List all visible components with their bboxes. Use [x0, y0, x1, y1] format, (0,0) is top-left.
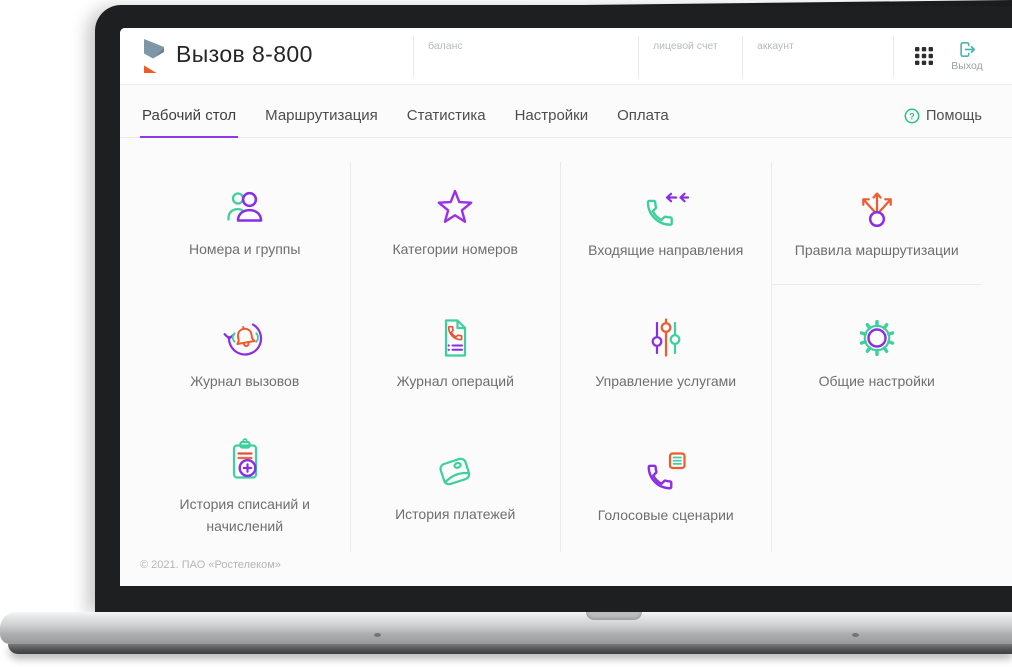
rostelecom-logo-icon [144, 39, 164, 73]
help-question-icon: ? [904, 108, 920, 124]
app-window: Вызов 8-800 баланс лицевой счет аккаунт … [120, 28, 1012, 586]
tile-incoming-directions[interactable]: Входящие направления [561, 162, 772, 285]
logout-button[interactable]: Выход [944, 40, 990, 72]
tab-desktop[interactable]: Рабочий стол [140, 100, 239, 138]
main-navigation: Рабочий стол Маршрутизация Статистика На… [120, 100, 1012, 138]
tile-label: Правила маршрутизации [794, 241, 959, 258]
svg-text:?: ? [909, 111, 915, 121]
wallet-icon [439, 457, 471, 485]
voice-script-icon [647, 452, 686, 490]
empty-grid-cell [772, 422, 983, 552]
account-number-field-label: лицевой счет [653, 40, 718, 52]
tile-call-log[interactable]: Журнал вызовов [140, 285, 351, 422]
help-link[interactable]: ? Помощь [904, 108, 982, 124]
tile-label: Голосовые сценарии [597, 506, 734, 523]
tab-routing[interactable]: Маршрутизация [263, 100, 380, 137]
tile-service-management[interactable]: Управление услугами [561, 285, 772, 422]
tile-label: Управление услугами [595, 373, 737, 390]
tile-label: Номера и группы [189, 241, 301, 258]
header-divider [893, 36, 894, 78]
app-title: Вызов 8-800 [176, 41, 313, 67]
copyright-text: © 2021. ПАО «Ростелеком» [140, 559, 281, 571]
gear-icon [859, 320, 895, 357]
laptop-lid-notch [586, 612, 642, 620]
header-divider [638, 36, 639, 78]
tile-charges-history[interactable]: История списаний и начислений [140, 422, 351, 552]
tile-numbers-and-groups[interactable]: Номера и группы [140, 162, 351, 285]
laptop-foot-dot [852, 633, 859, 637]
tile-label: Журнал операций [396, 373, 514, 390]
call-log-icon [223, 323, 262, 356]
star-icon [437, 189, 473, 224]
tile-general-settings[interactable]: Общие настройки [772, 285, 983, 422]
routing-arrows-icon [861, 192, 892, 227]
header-divider [413, 36, 414, 78]
operations-log-icon [445, 319, 467, 357]
laptop-base-edge [8, 644, 1012, 654]
tile-label: История платежей [395, 505, 516, 522]
incoming-call-icon [646, 192, 689, 227]
balance-field-label: баланс [428, 40, 463, 52]
tab-statistics[interactable]: Статистика [405, 100, 488, 137]
sliders-icon [651, 318, 681, 357]
tile-number-categories[interactable]: Категории номеров [351, 162, 561, 285]
tile-label: История списаний и начислений [179, 495, 310, 534]
tile-voice-scenarios[interactable]: Голосовые сценарии [561, 422, 772, 552]
clipboard-plus-icon [232, 438, 257, 479]
logout-label: Выход [951, 60, 983, 72]
account-field-label: аккаунт [757, 40, 794, 52]
header-divider [742, 36, 743, 78]
dashboard-grid: Номера и группы Категории номеров Входящ… [140, 162, 982, 552]
logout-icon [959, 41, 975, 58]
help-label: Помощь [925, 108, 982, 124]
users-icon [227, 192, 262, 222]
tile-label: Общие настройки [818, 373, 935, 390]
tile-operations-log[interactable]: Журнал операций [351, 285, 561, 422]
app-header: Вызов 8-800 баланс лицевой счет аккаунт … [120, 28, 1012, 85]
laptop-base-body [0, 612, 1012, 644]
tile-routing-rules[interactable]: Правила маршрутизации [771, 162, 982, 285]
tab-payment[interactable]: Оплата [615, 100, 671, 137]
tile-label: Категории номеров [392, 241, 518, 258]
apps-grid-icon [915, 47, 933, 65]
laptop-base [0, 612, 1012, 660]
tile-payments-history[interactable]: История платежей [351, 422, 561, 552]
tile-label: Журнал вызовов [190, 373, 300, 390]
tile-label: Входящие направления [588, 242, 744, 259]
apps-grid-button[interactable] [915, 47, 933, 65]
laptop-foot-dot [374, 633, 381, 637]
tab-settings[interactable]: Настройки [513, 100, 591, 137]
